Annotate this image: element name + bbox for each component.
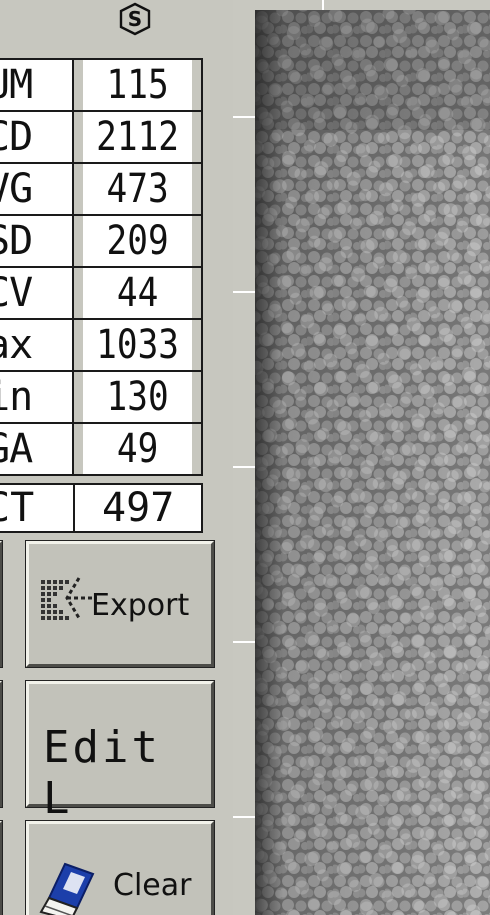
count-table: CT 497 [0,483,203,533]
eraser-icon [39,862,95,915]
count-row: CT 497 [0,483,203,533]
stat-label: SD [0,214,74,268]
stats-row: VG 473 [0,162,202,216]
ruler-tick [233,291,257,293]
stat-value: 49 [80,422,194,476]
clear-button[interactable]: Clear [25,820,215,915]
clear-label: Clear [113,868,192,903]
left-button-1[interactable] [0,540,3,668]
stat-label: GA [0,422,74,476]
ruler-tick [233,466,257,468]
ruler-tick [233,816,257,818]
stat-value: 2112 [80,110,194,164]
stats-row: ax 1033 [0,318,202,372]
count-value: 497 [73,483,203,533]
analysis-panel: S UM 115 CD 2112 VG 473 SD 209 CV 44 [0,0,233,915]
export-button[interactable]: Export [25,540,215,668]
stats-row: UM 115 [0,58,202,112]
stat-label: ax [0,318,74,372]
stat-label: CD [0,110,74,164]
stat-value: 115 [80,58,194,112]
stat-value: 130 [80,370,194,424]
stat-label: in [0,370,74,424]
stats-row: GA 49 [0,422,202,476]
s-hexagon-icon[interactable]: S [117,2,153,36]
edit-l-label: Edit L [43,722,161,824]
stats-row: CD 2112 [0,110,202,164]
stat-label: VG [0,162,74,216]
stats-row: SD 209 [0,214,202,268]
ruler-tick [322,0,324,10]
stat-value: 44 [80,266,194,320]
svg-text:S: S [128,7,142,31]
app-window: S UM 115 CD 2112 VG 473 SD 209 CV 44 [0,0,490,915]
stat-label: CV [0,266,74,320]
edit-l-button[interactable]: Edit L [25,680,215,824]
count-label: CT [0,483,76,533]
left-button-3[interactable] [0,820,3,915]
stats-row: in 130 [0,370,202,424]
stats-table: UM 115 CD 2112 VG 473 SD 209 CV 44 ax 10… [0,58,203,476]
image-ruler [233,0,257,915]
stat-value: 473 [80,162,194,216]
export-label: Export [91,588,190,623]
ruler-tick [233,641,257,643]
stat-value: 209 [80,214,194,268]
stats-row: CV 44 [0,266,202,320]
stat-value: 1033 [80,318,194,372]
ruler-tick [233,116,257,118]
left-button-2[interactable] [0,680,3,808]
stat-label: UM [0,58,74,112]
endothelium-image[interactable] [255,10,490,915]
